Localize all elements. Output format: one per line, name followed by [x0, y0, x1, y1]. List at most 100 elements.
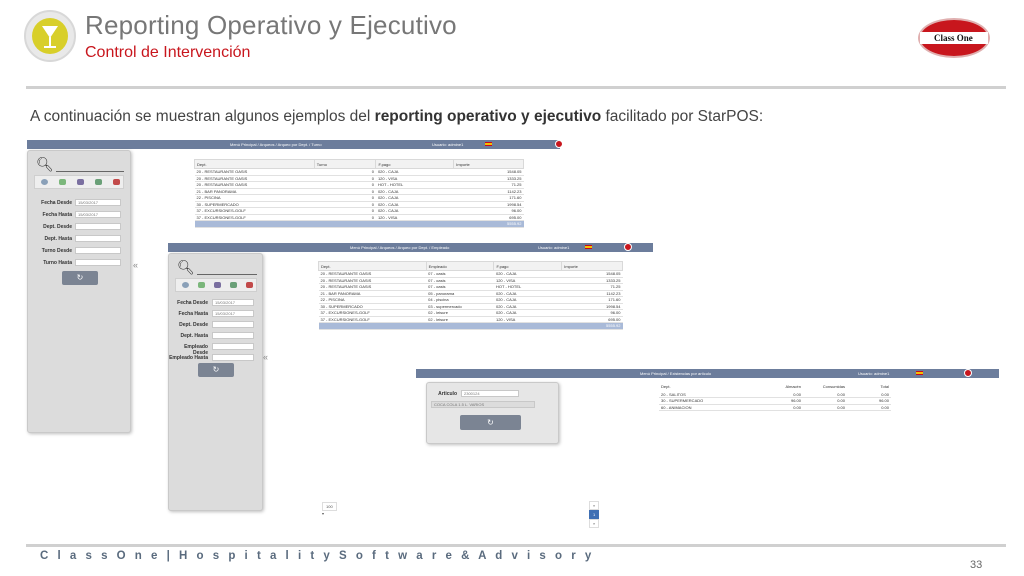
eye-icon[interactable]: [41, 179, 48, 185]
filter-label: Turno Hasta: [43, 260, 72, 266]
chart-icon[interactable]: [198, 282, 205, 288]
empleado-desde-input[interactable]: [212, 343, 254, 350]
food-icon[interactable]: [246, 282, 253, 288]
filter-label: Fecha Hasta: [178, 311, 208, 317]
fecha-hasta-input[interactable]: 15/03/2017: [75, 211, 121, 218]
results-table: Dept. Empleado F.pago Importe 20 - RESTA…: [318, 261, 623, 330]
dept-hasta-input[interactable]: [212, 332, 254, 339]
article-search-panel: Articulo 2300124 COCA COLA 1.5 L. VARIOS…: [426, 382, 559, 444]
column-header[interactable]: Dept.: [318, 261, 427, 271]
footer-divider: [26, 544, 1006, 547]
car-icon[interactable]: [77, 179, 84, 185]
class-one-logo: Class One: [918, 18, 990, 58]
user-label: Usuario: admine1: [538, 245, 570, 250]
turno-hasta-input[interactable]: [75, 259, 121, 266]
eye-icon[interactable]: [182, 282, 189, 288]
fecha-hasta-input[interactable]: 15/03/2017: [212, 310, 254, 317]
filter-label: Fecha Hasta: [42, 212, 72, 218]
user-label: Usuario: admine1: [858, 371, 890, 376]
collapse-chevron-icon[interactable]: «: [263, 352, 268, 362]
search-icon[interactable]: 🔍︎: [177, 259, 195, 276]
filter-label: Turno Desde: [41, 248, 72, 254]
filter-label: Empleado Hasta: [169, 355, 208, 361]
page-size-select[interactable]: 100▾: [322, 502, 338, 516]
current-page-button[interactable]: 1: [589, 510, 600, 519]
total-value: 5555.92: [453, 220, 524, 228]
filter-label: Dept. Hasta: [44, 236, 72, 242]
filter-label: Fecha Desde: [177, 300, 208, 306]
total-row: 5555.92: [318, 322, 623, 330]
filter-label: Fecha Desde: [41, 200, 72, 206]
next-page-button[interactable]: »: [589, 519, 600, 528]
collapse-chevron-icon[interactable]: «: [133, 260, 138, 270]
hospitality-logo: [24, 10, 76, 62]
filter-panel: 🔍︎ Fecha Desde 15/03/2017 Fecha Hasta 15…: [168, 253, 263, 511]
total-row: 5555.92: [194, 220, 524, 228]
breadcrumb[interactable]: Menú Principal / Arqueos / Arqueo por De…: [350, 245, 449, 250]
intro-text: A continuación se muestran algunos ejemp…: [30, 108, 764, 125]
pagination: «1»: [589, 501, 600, 528]
table-row[interactable]: 60 - ANIMACION 0.00 0.00 0.00: [659, 404, 891, 411]
article-code-input[interactable]: 2300124: [461, 390, 519, 397]
filter-label: Dept. Desde: [43, 224, 72, 230]
total-value: 5555.92: [561, 322, 623, 330]
page-subtitle: Control de Intervención: [85, 44, 251, 61]
page-title: Reporting Operativo y Ejecutivo: [85, 10, 457, 40]
turno-desde-input[interactable]: [75, 247, 121, 254]
results-table: Dept. Turno F.pago Importe 20 - RESTAURA…: [194, 159, 524, 228]
printer-icon[interactable]: [95, 179, 102, 185]
food-icon[interactable]: [113, 179, 120, 185]
prev-page-button[interactable]: «: [589, 501, 600, 510]
column-header[interactable]: Importe: [561, 261, 623, 271]
refresh-button[interactable]: ↻: [198, 363, 234, 377]
filter-label: Dept. Hasta: [180, 333, 208, 339]
fecha-desde-input[interactable]: 15/03/2017: [212, 299, 254, 306]
column-header[interactable]: Almacén: [759, 382, 803, 391]
app-topbar: Menú Principal / Existencias por artícul…: [416, 369, 999, 378]
breadcrumb[interactable]: Menú Principal / Arqueos / Arqueo por De…: [230, 142, 322, 147]
column-header[interactable]: Dept.: [659, 382, 759, 391]
column-header[interactable]: Turno: [313, 159, 377, 169]
view-icon-row: [34, 175, 124, 189]
spain-flag-icon[interactable]: [485, 142, 492, 146]
refresh-button[interactable]: ↻: [460, 415, 521, 430]
footer-tagline: C l a s s O n e | H o s p i t a l i t y …: [40, 550, 595, 562]
column-header[interactable]: Dept.: [194, 159, 315, 169]
column-header[interactable]: F.pago: [493, 261, 563, 271]
spain-flag-icon[interactable]: [916, 371, 923, 375]
spain-flag-icon[interactable]: [585, 245, 592, 249]
refresh-button[interactable]: ↻: [62, 271, 98, 285]
header-divider: [26, 86, 1006, 89]
user-label: Usuario: admine1: [432, 142, 464, 147]
empleado-hasta-input[interactable]: [212, 354, 254, 361]
fecha-desde-input[interactable]: 15/03/2017: [75, 199, 121, 206]
car-icon[interactable]: [214, 282, 221, 288]
table-header: Dept. Almacén Consumidas Total: [659, 382, 891, 391]
dept-hasta-input[interactable]: [75, 235, 121, 242]
column-header[interactable]: Empleado: [425, 261, 495, 271]
class-one-logo-text: Class One: [934, 33, 973, 43]
article-label: Articulo: [438, 391, 457, 397]
filter-panel: 🔍︎ Fecha Desde 15/03/2017 Fecha Hasta 15…: [27, 150, 131, 433]
column-header[interactable]: Total: [847, 382, 891, 391]
power-icon[interactable]: [624, 243, 632, 251]
view-icon-row: [175, 278, 257, 292]
column-header[interactable]: Importe: [453, 159, 524, 169]
article-name-field: COCA COLA 1.5 L. VARIOS: [431, 401, 535, 408]
dept-desde-input[interactable]: [75, 223, 121, 230]
power-icon[interactable]: [964, 369, 972, 377]
breadcrumb[interactable]: Menú Principal / Existencias por artícul…: [640, 371, 711, 376]
search-icon[interactable]: 🔍︎: [36, 156, 54, 173]
table-header: Dept. Empleado F.pago Importe: [318, 261, 623, 271]
chart-icon[interactable]: [59, 179, 66, 185]
app-topbar: Menú Principal / Arqueos / Arqueo por De…: [168, 243, 653, 252]
filter-label: Dept. Desde: [179, 322, 208, 328]
column-header[interactable]: Consumidas: [803, 382, 847, 391]
page-number: 33: [970, 559, 983, 571]
app-topbar: Menú Principal / Arqueos / Arqueo por De…: [27, 140, 563, 149]
stock-table: Dept. Almacén Consumidas Total 20 - SALI…: [659, 382, 891, 411]
dept-desde-input[interactable]: [212, 321, 254, 328]
power-icon[interactable]: [555, 140, 563, 148]
column-header[interactable]: F.pago: [375, 159, 455, 169]
printer-icon[interactable]: [230, 282, 237, 288]
